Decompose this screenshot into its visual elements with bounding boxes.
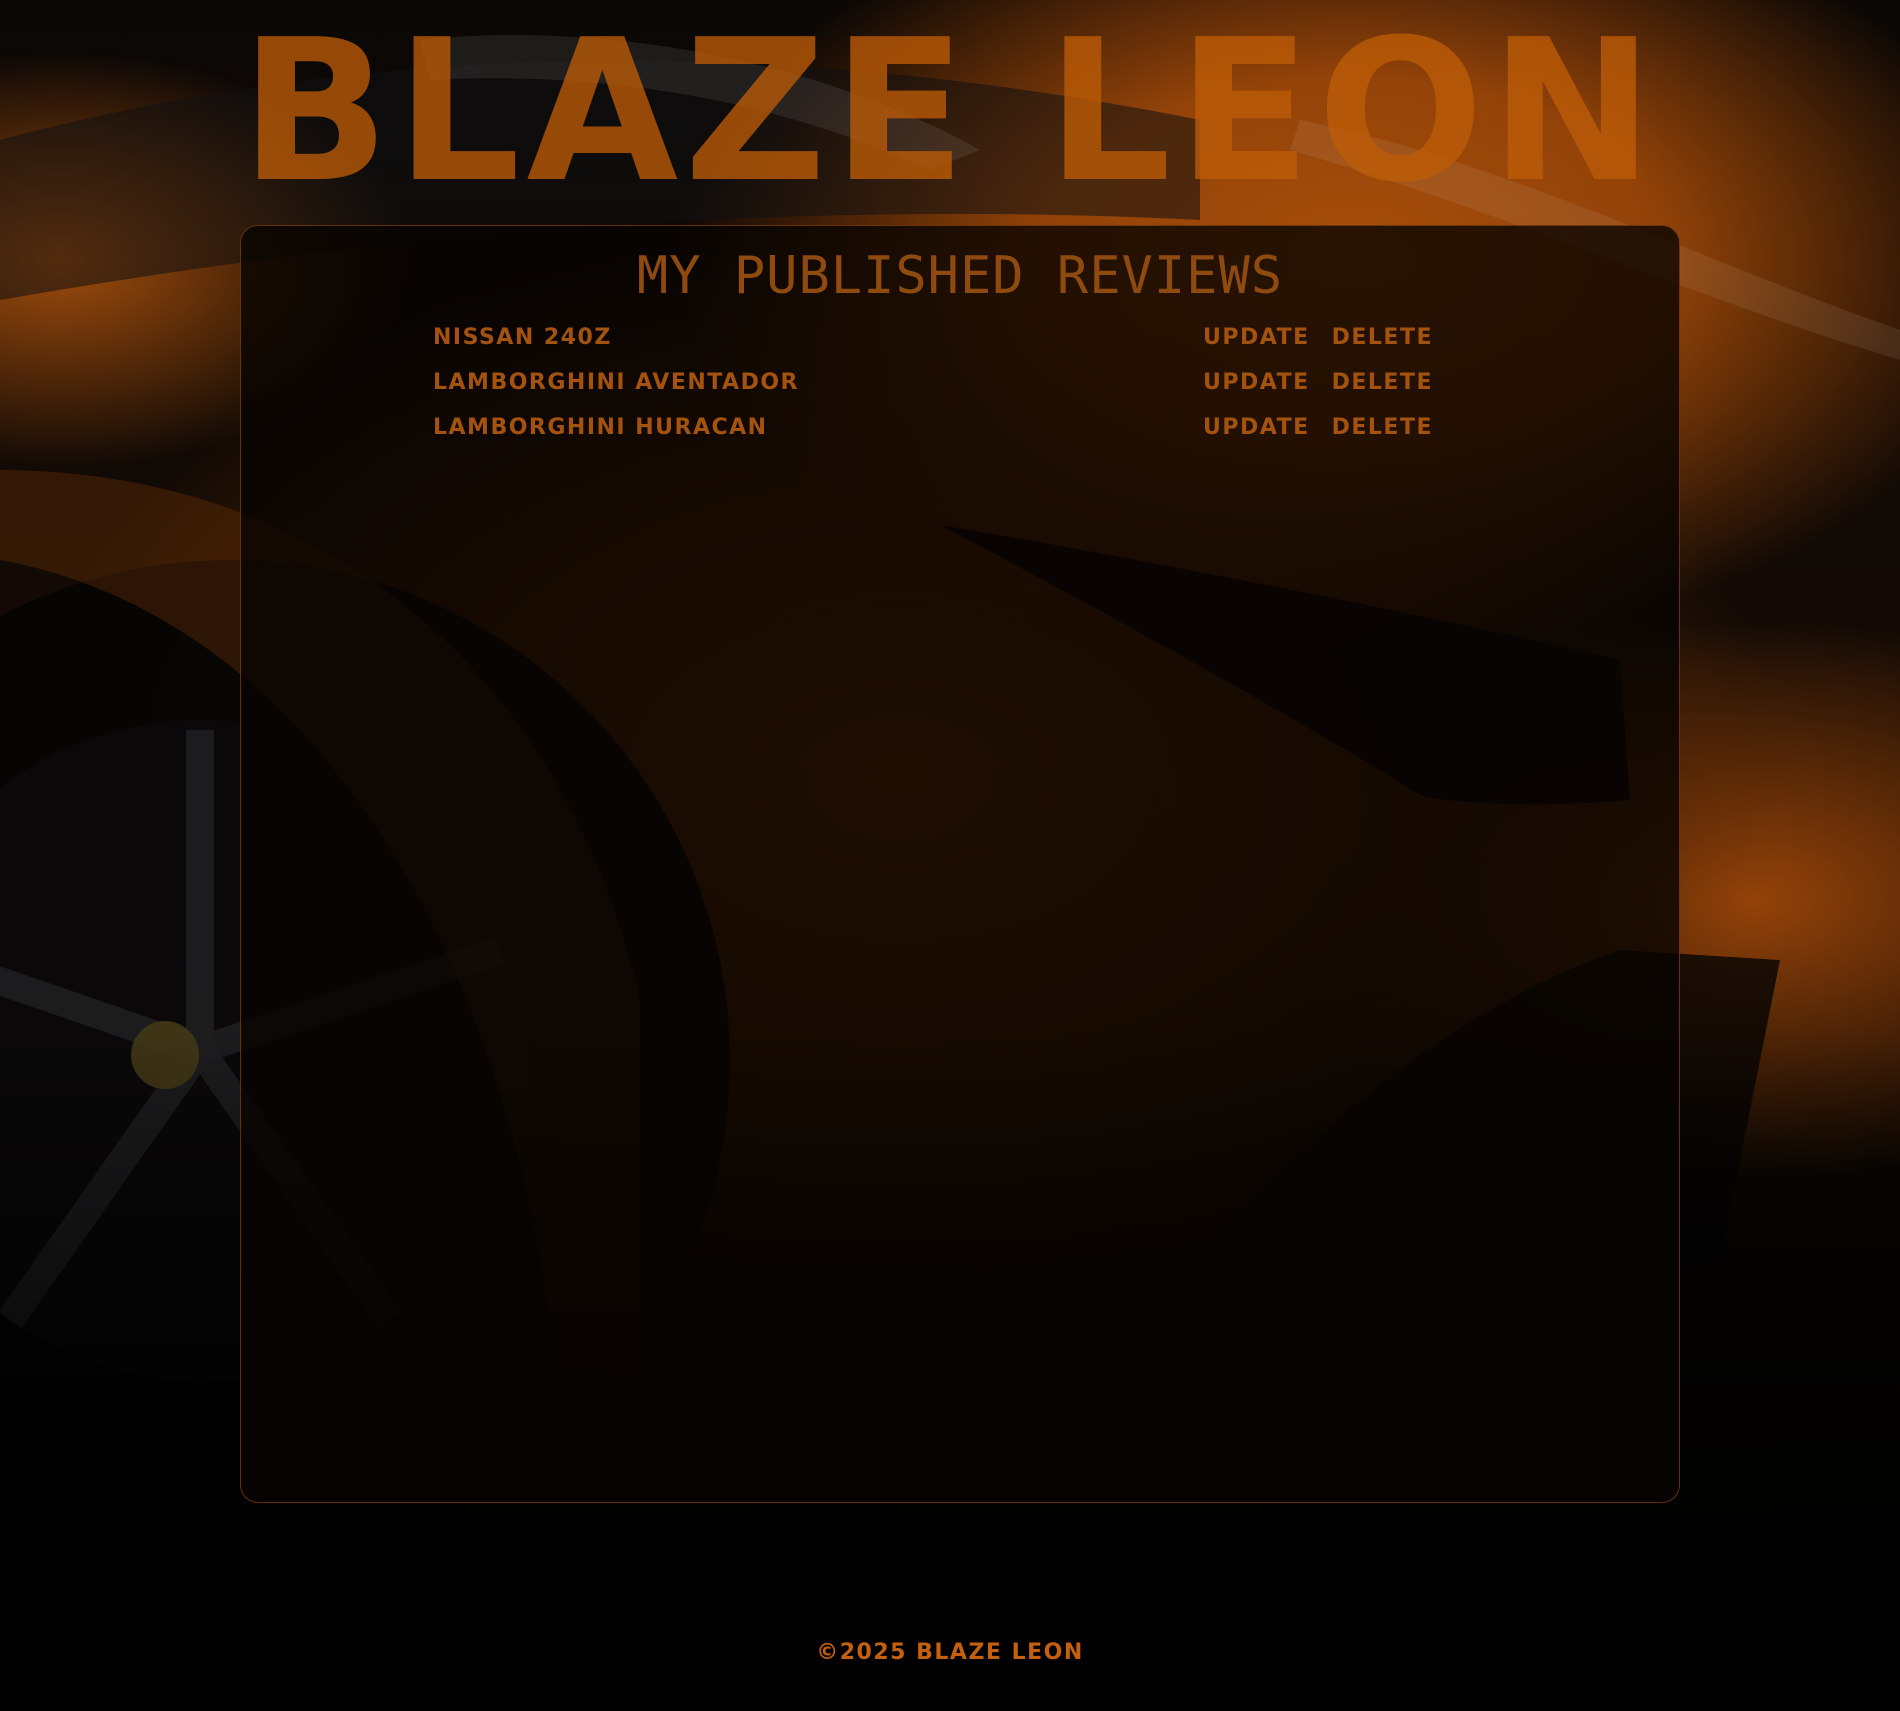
footer-copyright: ©2025 BLAZE LEON <box>816 1640 1084 1665</box>
update-button[interactable]: UPDATE <box>1203 324 1310 352</box>
review-actions: UPDATE DELETE <box>1203 324 1433 352</box>
brand-logo-text[interactable]: BLAZE LEON <box>0 14 1900 210</box>
delete-button[interactable]: DELETE <box>1332 369 1433 397</box>
review-actions: UPDATE DELETE <box>1203 369 1433 397</box>
update-button[interactable]: UPDATE <box>1203 414 1310 442</box>
page-title: MY PUBLISHED REVIEWS <box>636 246 1284 306</box>
review-actions: UPDATE DELETE <box>1203 414 1433 442</box>
delete-button[interactable]: DELETE <box>1332 324 1433 352</box>
review-title-link[interactable]: NISSAN 240Z <box>433 324 612 352</box>
review-title-link[interactable]: LAMBORGHINI HURACAN <box>433 414 768 442</box>
review-row: LAMBORGHINI HURACAN UPDATE DELETE <box>433 414 1433 459</box>
update-button[interactable]: UPDATE <box>1203 369 1310 397</box>
review-title-link[interactable]: LAMBORGHINI AVENTADOR <box>433 369 799 397</box>
reviews-panel: MY PUBLISHED REVIEWS NISSAN 240Z UPDATE … <box>240 225 1680 1503</box>
review-row: NISSAN 240Z UPDATE DELETE <box>433 324 1433 369</box>
review-row: LAMBORGHINI AVENTADOR UPDATE DELETE <box>433 369 1433 414</box>
delete-button[interactable]: DELETE <box>1332 414 1433 442</box>
review-list: NISSAN 240Z UPDATE DELETE LAMBORGHINI AV… <box>433 324 1433 459</box>
